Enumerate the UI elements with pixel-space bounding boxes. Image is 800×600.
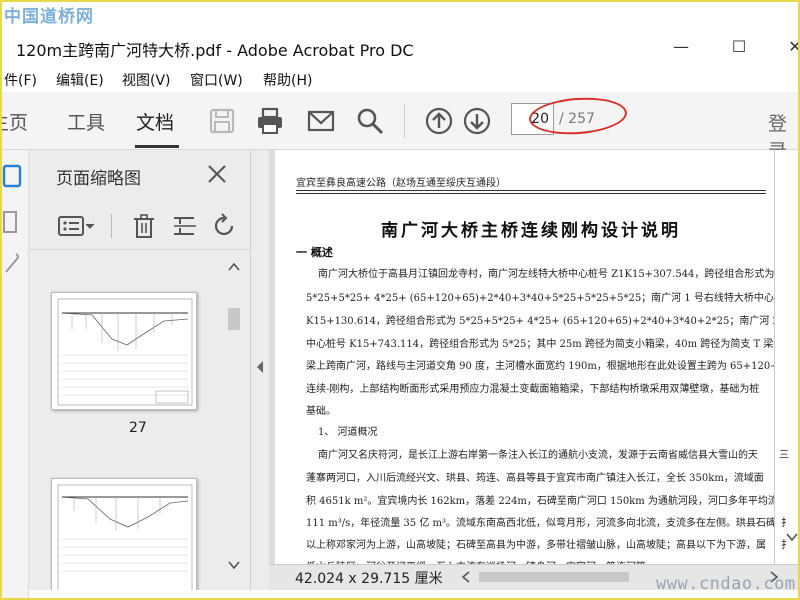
collapse-panel-icon[interactable] bbox=[255, 360, 265, 374]
menu-file[interactable]: 件(F) bbox=[4, 70, 37, 90]
watermark-bottom: www.cndao.com bbox=[656, 574, 796, 594]
search-icon[interactable] bbox=[355, 106, 385, 136]
active-tab-indicator bbox=[135, 145, 179, 148]
paragraph-line: 基础。 bbox=[306, 406, 336, 417]
rotate-icon[interactable] bbox=[210, 212, 240, 240]
paragraph-line: 梁上跨南广河，路线与主河道交角 90 度，主河槽水面宽约 190m，根据地形在此… bbox=[306, 361, 800, 372]
app-window: 中国道桥网 120m主跨南广河特大桥.pdf - Adobe Acrobat P… bbox=[0, 0, 800, 600]
doc-scroll-down-icon[interactable] bbox=[785, 532, 799, 544]
tab-home[interactable]: 主页 bbox=[2, 108, 28, 135]
next-page-text: 三 bbox=[779, 450, 789, 461]
title-bar: 120m主跨南广河特大桥.pdf - Adobe Acrobat Pro DC … bbox=[2, 28, 798, 66]
save-icon[interactable] bbox=[207, 106, 237, 136]
menu-help[interactable]: 帮助(H) bbox=[263, 70, 312, 90]
paragraph-line: 蓬寨两河口，入川后流经兴文、珙县、筠连、高县等县于宜宾市南广镇注入长江，全长 3… bbox=[306, 473, 764, 484]
close-button[interactable]: ✕ bbox=[780, 34, 798, 60]
menu-view[interactable]: 视图(V) bbox=[122, 70, 171, 90]
page-thumbnail[interactable] bbox=[51, 292, 197, 410]
delete-icon[interactable] bbox=[129, 212, 159, 240]
next-page-edge: 三 扌 扌 bbox=[774, 150, 798, 590]
section-heading: 一 概述 bbox=[296, 246, 333, 259]
paragraph-line: 中心桩号 K15+743.114，跨径组合形式为 5*25；其中 25m 跨径为… bbox=[306, 339, 794, 350]
scroll-up-icon[interactable] bbox=[228, 262, 240, 272]
panel-divider[interactable] bbox=[251, 150, 269, 590]
paragraph-line: 连续-刚构，上部结构断面形式采用预应力混凝土变截面箱箱梁，下部结构桥墩采用双薄壁… bbox=[306, 384, 760, 395]
window-title: 120m主跨南广河特大桥.pdf - Adobe Acrobat Pro DC bbox=[16, 41, 414, 60]
horizontal-scrollbar-thumb[interactable] bbox=[479, 572, 629, 582]
menu-edit[interactable]: 编辑(E) bbox=[56, 70, 104, 90]
scroll-left-icon[interactable] bbox=[461, 571, 471, 583]
tab-document[interactable]: 文档 bbox=[136, 108, 174, 135]
next-page-icon[interactable] bbox=[462, 106, 492, 136]
thumbnail-page-label: 27 bbox=[129, 420, 147, 436]
watermark-top: 中国道桥网 bbox=[4, 7, 94, 27]
panel-separator bbox=[111, 214, 112, 238]
thumbnail-drawing bbox=[57, 484, 193, 590]
toolbar-separator bbox=[404, 104, 405, 138]
thumbnails-panel-icon[interactable] bbox=[2, 164, 24, 190]
menu-bar: 件(F) 编辑(E) 视图(V) 窗口(W) 帮助(H) bbox=[2, 66, 798, 92]
paragraph-line: 南广河又名庆符河，是长江上游右岸第一条注入长江的通航小支流，发源于云南省威信县大… bbox=[318, 450, 758, 461]
scroll-down-icon[interactable] bbox=[228, 560, 240, 570]
previous-page-icon[interactable] bbox=[424, 106, 454, 136]
maximize-button[interactable]: ☐ bbox=[724, 34, 754, 60]
thumbnail-scrollbar[interactable] bbox=[225, 254, 243, 590]
thumbnail-list[interactable]: 27 bbox=[29, 254, 251, 590]
paragraph-line: 111 m³/s，年径流量 35 亿 m³。流域东南高西北低，似弯月形，河流多向… bbox=[306, 518, 777, 529]
paragraph-line: 南广河大桥位于高县月江镇回龙寺村，南广河左线特大桥中心桩号 Z1K15+307.… bbox=[318, 269, 775, 280]
paragraph-line: 积 4651k m²。宜宾境内长 162km，落差 224m，石碑至南广河口 1… bbox=[306, 496, 788, 507]
bookmarks-panel-icon[interactable] bbox=[2, 210, 24, 236]
toolbar: 主页 工具 文档 登录 bbox=[2, 92, 798, 162]
next-page-text: 扌 bbox=[781, 518, 791, 529]
scrollbar-thumb[interactable] bbox=[228, 308, 240, 330]
email-icon[interactable] bbox=[306, 106, 336, 136]
panel-title: 页面缩略图 bbox=[56, 169, 141, 189]
paragraph-line: 以上称邓家河为上游，山高坡陡；石碑至高县为中游，多带壮褶皱山脉，山高坡陡；高县以… bbox=[306, 540, 766, 551]
page-size-readout: 42.024 x 29.715 厘米 bbox=[295, 571, 443, 587]
document-view[interactable]: 宜宾至彝良高速公路（赵场互通至绥庆互通段） 南广河大桥主桥连续刚构设计说明 一 … bbox=[269, 150, 798, 590]
attachment-panel-icon[interactable] bbox=[2, 252, 24, 278]
left-tool-strip bbox=[2, 150, 29, 598]
print-icon[interactable] bbox=[255, 106, 285, 136]
page-thumbnail[interactable] bbox=[51, 478, 197, 590]
menu-window[interactable]: 窗口(W) bbox=[190, 70, 243, 90]
paragraph-line: 5*25+5*25+ 4*25+ (65+120+65)+2*40+3*40+5… bbox=[306, 293, 794, 304]
tab-tools[interactable]: 工具 bbox=[67, 108, 105, 135]
document-title: 南广河大桥主桥连续刚构设计说明 bbox=[381, 221, 681, 241]
close-panel-icon[interactable] bbox=[205, 162, 229, 186]
panel-toolbar bbox=[29, 202, 251, 250]
subsection-heading: 1、 河道概况 bbox=[318, 427, 378, 438]
minimize-button[interactable]: — bbox=[666, 34, 696, 60]
header-rule bbox=[296, 190, 766, 194]
thumbnail-drawing bbox=[57, 298, 193, 406]
thumbnail-panel: 页面缩略图 27 bbox=[29, 150, 251, 590]
extract-pages-icon[interactable] bbox=[170, 212, 200, 240]
paragraph-line: K15+130.614，跨径组合形式为 5*25+5*25+ 4*25+ (65… bbox=[306, 316, 800, 327]
document-header: 宜宾至彝良高速公路（赵场互通至绥庆互通段） bbox=[296, 178, 506, 189]
thumbnail-options-icon[interactable] bbox=[57, 212, 97, 240]
pdf-page: 宜宾至彝良高速公路（赵场互通至绥庆互通段） 南广河大桥主桥连续刚构设计说明 一 … bbox=[275, 150, 798, 590]
